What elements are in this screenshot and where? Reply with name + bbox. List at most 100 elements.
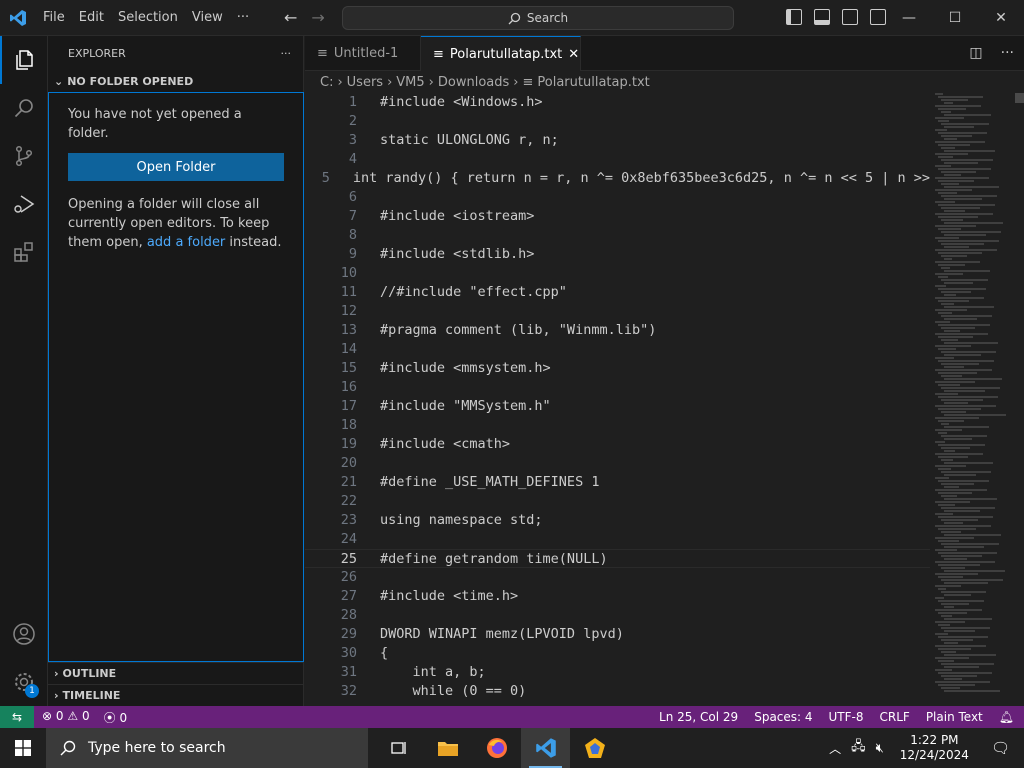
code-line[interactable]: 27 #include <time.h>: [305, 587, 930, 606]
menu-edit[interactable]: Edit: [72, 10, 111, 25]
minimap[interactable]: [935, 93, 1015, 706]
volume-muted-icon[interactable]: 🔇︎: [876, 741, 884, 756]
back-arrow-icon[interactable]: ←: [284, 8, 297, 27]
remote-indicator[interactable]: ⇆: [0, 706, 34, 728]
toggle-secondary-sidebar-icon[interactable]: [842, 9, 858, 25]
code-line[interactable]: 8: [305, 226, 930, 245]
source-control-activity[interactable]: [0, 132, 48, 180]
encoding[interactable]: UTF-8: [829, 710, 864, 724]
line-text: [357, 454, 380, 473]
breadcrumb-item[interactable]: Downloads: [438, 75, 509, 90]
code-line[interactable]: 17 #include "MMSystem.h": [305, 397, 930, 416]
close-tab-icon[interactable]: ✕: [568, 47, 579, 62]
start-button[interactable]: [0, 728, 46, 768]
code-line[interactable]: 6: [305, 188, 930, 207]
end-of-line[interactable]: CRLF: [880, 710, 910, 724]
more-actions-icon[interactable]: ···: [1001, 45, 1014, 61]
code-line[interactable]: 16: [305, 378, 930, 397]
clock[interactable]: 1:22 PM 12/24/2024: [894, 733, 975, 763]
cursor-position[interactable]: Ln 25, Col 29: [659, 710, 738, 724]
code-line[interactable]: 25 #define getrandom time(NULL): [305, 549, 930, 568]
code-line[interactable]: 5 int randy() { return n = r, n ^= 0x8ebf…: [305, 169, 930, 188]
open-folder-button[interactable]: Open Folder: [68, 153, 284, 181]
forward-arrow-icon[interactable]: →: [311, 8, 324, 27]
explorer-activity[interactable]: [0, 36, 48, 84]
customize-layout-icon[interactable]: [870, 9, 886, 25]
code-line[interactable]: 3 static ULONGLONG r, n;: [305, 131, 930, 150]
search-activity[interactable]: [0, 84, 48, 132]
extra-app[interactable]: [570, 728, 619, 768]
code-line[interactable]: 20: [305, 454, 930, 473]
taskbar-search[interactable]: Type here to search: [46, 728, 368, 768]
line-number: 22: [340, 493, 357, 509]
network-icon[interactable]: 🖧︎: [851, 737, 866, 759]
firefox-app[interactable]: [472, 728, 521, 768]
minimap-line: [938, 372, 977, 374]
code-line[interactable]: 2: [305, 112, 930, 131]
code-line[interactable]: 30 {: [305, 644, 930, 663]
chevron-up-icon[interactable]: ︿: [829, 740, 841, 757]
minimap-line: [935, 393, 958, 395]
code-line[interactable]: 10: [305, 264, 930, 283]
code-editor[interactable]: 1 #include <Windows.h> 2 3 static ULONGLONG …: [305, 93, 930, 706]
code-line[interactable]: 4: [305, 150, 930, 169]
breadcrumb-item[interactable]: VM5: [396, 75, 424, 90]
code-line[interactable]: 22: [305, 492, 930, 511]
vscode-app[interactable]: [521, 728, 570, 768]
task-view-button[interactable]: [374, 728, 423, 768]
code-line[interactable]: 31 int a, b;: [305, 663, 930, 682]
close-window-icon[interactable]: ✕: [978, 0, 1024, 36]
code-line[interactable]: 28: [305, 606, 930, 625]
indentation[interactable]: Spaces: 4: [754, 710, 812, 724]
scrollbar[interactable]: [1015, 93, 1024, 103]
code-line[interactable]: 9 #include <stdlib.h>: [305, 245, 930, 264]
tab-polarutullatap[interactable]: ≡ Polarutullatap.txt ✕: [421, 36, 581, 71]
code-line[interactable]: 23 using namespace std;: [305, 511, 930, 530]
notifications-bell-icon[interactable]: 🔔︎: [999, 710, 1014, 724]
code-line[interactable]: 1 #include <Windows.h>: [305, 93, 930, 112]
run-debug-activity[interactable]: [0, 180, 48, 228]
add-folder-link[interactable]: add a folder: [147, 235, 225, 250]
extensions-activity[interactable]: [0, 228, 48, 276]
timeline-section-header[interactable]: › TIMELINE: [48, 684, 304, 706]
language-mode[interactable]: Plain Text: [926, 710, 983, 724]
problems-status[interactable]: ⊗ 0 ⚠ 0: [42, 709, 90, 726]
notifications-icon[interactable]: 🗨︎: [985, 739, 1024, 757]
minimize-icon[interactable]: —: [886, 0, 932, 36]
menu-more[interactable]: ···: [230, 10, 256, 25]
menu-view[interactable]: View: [185, 10, 230, 25]
menu-file[interactable]: File: [36, 10, 72, 25]
code-line[interactable]: 13 #pragma comment (lib, "Winmm.lib"): [305, 321, 930, 340]
code-line[interactable]: 19 #include <cmath>: [305, 435, 930, 454]
minimap-line: [944, 498, 997, 500]
toggle-primary-sidebar-icon[interactable]: [786, 9, 802, 25]
code-line[interactable]: 14: [305, 340, 930, 359]
more-actions-icon[interactable]: ···: [281, 47, 292, 60]
no-folder-section-header[interactable]: ⌄ NO FOLDER OPENED: [48, 70, 303, 92]
split-editor-icon[interactable]: ◫: [969, 45, 982, 61]
tab-untitled-1[interactable]: ≡ Untitled-1: [305, 36, 421, 71]
manage-activity[interactable]: 1: [0, 658, 48, 706]
file-explorer-app[interactable]: [423, 728, 472, 768]
code-line[interactable]: 15 #include <mmsystem.h>: [305, 359, 930, 378]
code-line[interactable]: 24: [305, 530, 930, 549]
menu-selection[interactable]: Selection: [111, 10, 185, 25]
breadcrumb-item[interactable]: C:: [320, 75, 333, 90]
code-line[interactable]: 18: [305, 416, 930, 435]
code-line[interactable]: 32 while (0 == 0): [305, 682, 930, 701]
code-line[interactable]: 12: [305, 302, 930, 321]
maximize-icon[interactable]: ☐: [932, 0, 978, 36]
breadcrumb-item[interactable]: Polarutullatap.txt: [537, 75, 649, 90]
breadcrumb-item[interactable]: Users: [347, 75, 383, 90]
accounts-activity[interactable]: [0, 610, 48, 658]
minimap-line: [938, 504, 955, 506]
toggle-panel-icon[interactable]: [814, 9, 830, 25]
code-line[interactable]: 21 #define _USE_MATH_DEFINES 1: [305, 473, 930, 492]
command-center-search[interactable]: Search: [342, 6, 734, 30]
code-line[interactable]: 11 //#include "effect.cpp": [305, 283, 930, 302]
code-line[interactable]: 7 #include <iostream>: [305, 207, 930, 226]
outline-section-header[interactable]: › OUTLINE: [48, 662, 304, 684]
ports-status[interactable]: ⦿ 0: [104, 709, 127, 726]
code-line[interactable]: 26: [305, 568, 930, 587]
code-line[interactable]: 29 DWORD WINAPI memz(LPVOID lpvd): [305, 625, 930, 644]
